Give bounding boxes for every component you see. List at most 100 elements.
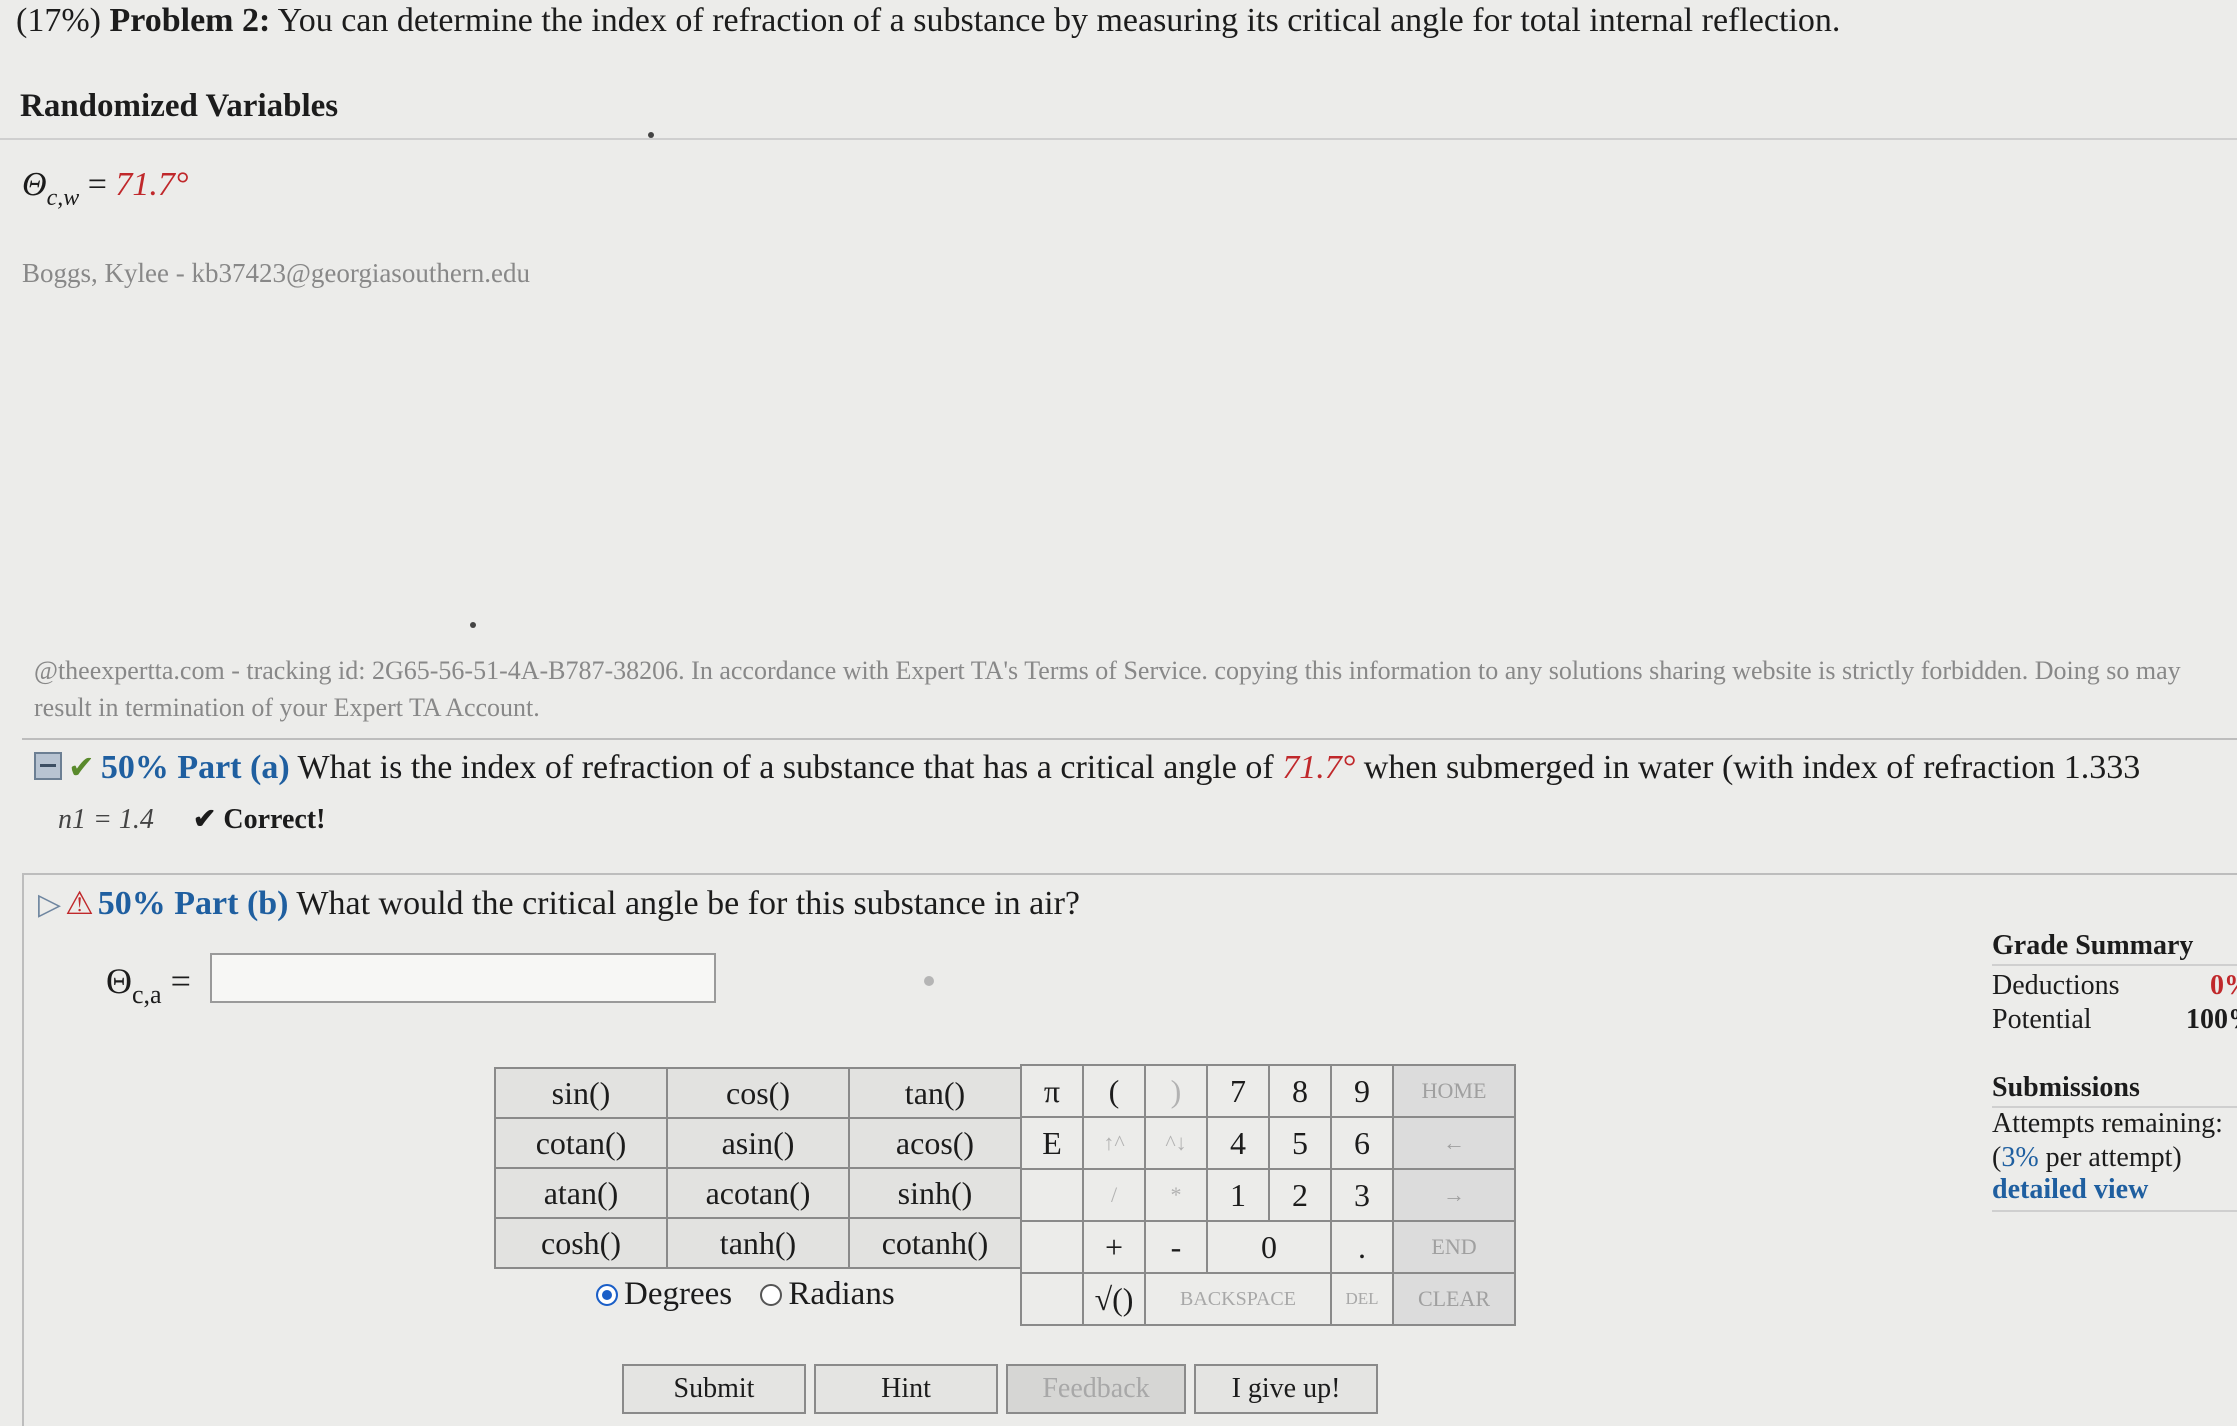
key-8[interactable]: 8 xyxy=(1268,1064,1332,1118)
degrees-radio[interactable] xyxy=(596,1284,618,1306)
key-pi[interactable]: π xyxy=(1020,1064,1084,1118)
part-b-label: 50% Part (b) xyxy=(97,885,289,922)
key-2[interactable]: 2 xyxy=(1268,1168,1332,1222)
func-tan[interactable]: tan() xyxy=(848,1067,1022,1119)
key-4[interactable]: 4 xyxy=(1206,1116,1270,1170)
potential-value: 100% xyxy=(2186,1004,2237,1035)
part-a-value: 71.7° xyxy=(1282,749,1356,786)
key-blank xyxy=(1020,1272,1084,1326)
problem-percent: (17%) xyxy=(16,2,101,39)
key-end[interactable]: END xyxy=(1392,1220,1516,1274)
key-clear[interactable]: CLEAR xyxy=(1392,1272,1516,1326)
per-attempt-text: per attempt) xyxy=(2038,1142,2182,1173)
key-plus[interactable]: + xyxy=(1082,1220,1146,1274)
func-cos[interactable]: cos() xyxy=(666,1067,850,1119)
grade-summary-heading: Grade Summary xyxy=(1992,930,2194,961)
key-backspace[interactable]: BACKSPACE xyxy=(1144,1272,1332,1326)
func-cotan[interactable]: cotan() xyxy=(494,1117,668,1169)
key-blank xyxy=(1020,1220,1084,1274)
func-asin[interactable]: asin() xyxy=(666,1117,850,1169)
func-sin[interactable]: sin() xyxy=(494,1067,668,1119)
func-sinh[interactable]: sinh() xyxy=(848,1167,1022,1219)
angle-mode-selector: Degrees Radians xyxy=(596,1276,895,1313)
potential-label: Potential xyxy=(1992,1004,2092,1035)
key-close-paren[interactable]: ) xyxy=(1144,1064,1208,1118)
warning-icon: ⚠ xyxy=(65,885,94,921)
part-a-label: 50% Part (a) xyxy=(100,749,290,786)
key-del[interactable]: DEL xyxy=(1330,1272,1394,1326)
var-subscript: c,w xyxy=(46,185,80,211)
key-right-arrow[interactable]: → xyxy=(1392,1168,1516,1222)
tracking-notice: @theexpertta.com - tracking id: 2G65-56-… xyxy=(34,656,2181,722)
divider xyxy=(1992,1210,2237,1212)
radians-label[interactable]: Radians xyxy=(788,1276,894,1312)
problem-title: (17%) Problem 2: You can determine the i… xyxy=(16,2,1840,40)
key-home[interactable]: HOME xyxy=(1392,1064,1516,1118)
part-a-header: ✔ 50% Part (a) What is the index of refra… xyxy=(34,748,2140,787)
correct-status: ✔ Correct! xyxy=(192,804,326,835)
var-symbol: Θ xyxy=(22,166,47,203)
divider xyxy=(22,873,2237,875)
screen-speck xyxy=(924,976,934,986)
deductions-label: Deductions xyxy=(1992,970,2120,1001)
key-6[interactable]: 6 xyxy=(1330,1116,1394,1170)
key-blank xyxy=(1020,1168,1084,1222)
per-attempt-value: 3% xyxy=(2001,1142,2039,1173)
problem-statement: You can determine the index of refractio… xyxy=(277,2,1841,39)
key-minus[interactable]: - xyxy=(1144,1220,1208,1274)
func-acotan[interactable]: acotan() xyxy=(666,1167,850,1219)
var-value: 71.7° xyxy=(115,166,189,203)
func-cosh[interactable]: cosh() xyxy=(494,1217,668,1269)
part-a-question-post: when submerged in water (with index of r… xyxy=(1363,749,2141,786)
func-atan[interactable]: atan() xyxy=(494,1167,668,1219)
key-sqrt[interactable]: √() xyxy=(1082,1272,1146,1326)
submit-button[interactable]: Submit xyxy=(622,1364,806,1414)
func-tanh[interactable]: tanh() xyxy=(666,1217,850,1269)
detailed-view-link[interactable]: detailed view xyxy=(1992,1174,2148,1206)
answer-equals: = xyxy=(161,961,191,1001)
divider xyxy=(22,738,2237,740)
key-open-paren[interactable]: ( xyxy=(1082,1064,1146,1118)
keypad: π ( ) 7 8 9 HOME E ↑^ ^↓ 4 5 6 ← / * 1 2… xyxy=(1020,1064,1516,1326)
deductions-value: 0% xyxy=(2210,970,2237,1001)
key-multiply[interactable]: * xyxy=(1144,1168,1208,1222)
key-left-arrow[interactable]: ← xyxy=(1392,1116,1516,1170)
answer-symbol: Θ xyxy=(106,961,132,1001)
feedback-button[interactable]: Feedback xyxy=(1006,1364,1186,1414)
key-dot[interactable]: . xyxy=(1330,1220,1394,1274)
answer-label: Θc,a = xyxy=(106,960,191,1009)
part-a-question-pre: What is the index of refraction of a sub… xyxy=(297,749,1274,786)
key-up-arrow[interactable]: ↑^ xyxy=(1082,1116,1146,1170)
expand-arrow-icon[interactable]: ▷ xyxy=(38,888,61,921)
function-grid: sin() cos() tan() cotan() asin() acos() … xyxy=(494,1067,1022,1269)
key-0[interactable]: 0 xyxy=(1206,1220,1332,1274)
check-icon: ✔ xyxy=(68,749,95,785)
divider xyxy=(0,138,2237,140)
part-a-answer-row: n1 = 1.4 ✔ Correct! xyxy=(58,802,325,836)
var-equals: = xyxy=(79,166,116,203)
divider xyxy=(1992,964,2237,966)
randomized-variables-heading: Randomized Variables xyxy=(20,88,339,124)
problem-label: Problem 2: xyxy=(109,2,271,39)
key-3[interactable]: 3 xyxy=(1330,1168,1394,1222)
key-9[interactable]: 9 xyxy=(1330,1064,1394,1118)
attempts-remaining: Attempts remaining: xyxy=(1992,1108,2223,1139)
key-1[interactable]: 1 xyxy=(1206,1168,1270,1222)
key-e[interactable]: E xyxy=(1020,1116,1084,1170)
key-7[interactable]: 7 xyxy=(1206,1064,1270,1118)
answer-subscript: c,a xyxy=(132,980,162,1009)
per-attempt-open: ( xyxy=(1992,1142,2002,1173)
func-cotanh[interactable]: cotanh() xyxy=(848,1217,1022,1269)
give-up-button[interactable]: I give up! xyxy=(1194,1364,1378,1414)
radians-radio[interactable] xyxy=(760,1284,783,1306)
per-attempt-note: (3% per attempt) xyxy=(1992,1142,2182,1174)
key-divide[interactable]: / xyxy=(1082,1168,1146,1222)
answer-input[interactable] xyxy=(210,953,716,1003)
collapse-icon[interactable] xyxy=(34,752,62,780)
func-acos[interactable]: acos() xyxy=(848,1117,1022,1169)
key-down-arrow[interactable]: ^↓ xyxy=(1144,1116,1208,1170)
hint-button[interactable]: Hint xyxy=(814,1364,998,1414)
key-5[interactable]: 5 xyxy=(1268,1116,1332,1170)
screen-speck xyxy=(648,132,654,138)
degrees-label[interactable]: Degrees xyxy=(624,1276,732,1312)
